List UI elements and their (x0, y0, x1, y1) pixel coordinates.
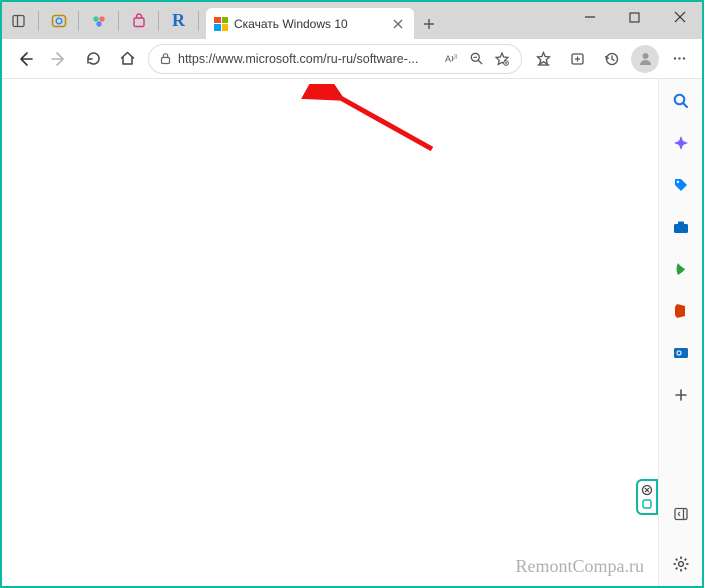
home-button[interactable] (110, 42, 144, 76)
separator (198, 11, 199, 31)
sidebar-outlook-icon[interactable] (667, 339, 695, 367)
history-button[interactable] (594, 42, 628, 76)
sidebar-games-icon[interactable] (667, 255, 695, 283)
address-url: https://www.microsoft.com/ru-ru/software… (178, 52, 431, 66)
sidebar-add-button[interactable] (667, 381, 695, 409)
svg-text:A: A (445, 54, 451, 64)
menu-button[interactable] (662, 42, 696, 76)
minimize-button[interactable] (567, 2, 612, 32)
favorites-button[interactable] (526, 42, 560, 76)
read-aloud-button[interactable]: A)) (437, 42, 463, 76)
separator (158, 11, 159, 31)
tab-actions-button[interactable] (2, 3, 35, 39)
browser-tab-active[interactable]: Скачать Windows 10 (206, 8, 414, 39)
new-tab-button[interactable] (414, 8, 444, 39)
window-controls (567, 2, 702, 39)
sidebar-collapse-button[interactable] (667, 500, 695, 528)
navigation-toolbar: https://www.microsoft.com/ru-ru/software… (2, 39, 702, 79)
zoom-button[interactable] (463, 42, 489, 76)
separator (38, 11, 39, 31)
favorite-star-button[interactable] (489, 42, 515, 76)
title-bar: R Скачать Windows 10 (2, 2, 702, 39)
svg-text:)): )) (454, 54, 458, 60)
sidebar-office-icon[interactable] (667, 297, 695, 325)
page-viewport[interactable] (2, 79, 658, 586)
refresh-button[interactable] (76, 42, 110, 76)
back-button[interactable] (8, 42, 42, 76)
floating-badge[interactable] (636, 479, 658, 515)
lock-icon (159, 52, 172, 65)
tab-title: Скачать Windows 10 (234, 17, 348, 31)
sidebar-search-icon[interactable] (667, 87, 695, 115)
pinned-app-icon[interactable] (82, 3, 115, 39)
annotation-arrow (282, 84, 442, 164)
close-button[interactable] (657, 2, 702, 32)
sidebar-settings-button[interactable] (667, 550, 695, 578)
sidebar-shopping-icon[interactable] (667, 171, 695, 199)
watermark-text: RemontCompa.ru (516, 556, 645, 577)
avatar-icon (631, 45, 659, 73)
pinned-mail-icon[interactable] (42, 3, 75, 39)
pinned-r-icon[interactable]: R (162, 3, 195, 39)
content-area (2, 79, 702, 586)
tab-close-button[interactable] (390, 16, 406, 32)
title-bar-left: R (2, 2, 202, 39)
collections-button[interactable] (560, 42, 594, 76)
edge-sidebar (658, 79, 702, 586)
separator (118, 11, 119, 31)
browser-window: R Скачать Windows 10 (0, 0, 704, 588)
separator (78, 11, 79, 31)
forward-button[interactable] (42, 42, 76, 76)
address-bar[interactable]: https://www.microsoft.com/ru-ru/software… (148, 44, 522, 74)
maximize-button[interactable] (612, 2, 657, 32)
sidebar-tools-icon[interactable] (667, 213, 695, 241)
microsoft-favicon (214, 17, 228, 31)
pinned-bag-icon[interactable] (122, 3, 155, 39)
r-glyph: R (172, 10, 185, 31)
profile-button[interactable] (628, 42, 662, 76)
sidebar-discover-icon[interactable] (667, 129, 695, 157)
titlebar-drag-area[interactable] (444, 2, 567, 39)
